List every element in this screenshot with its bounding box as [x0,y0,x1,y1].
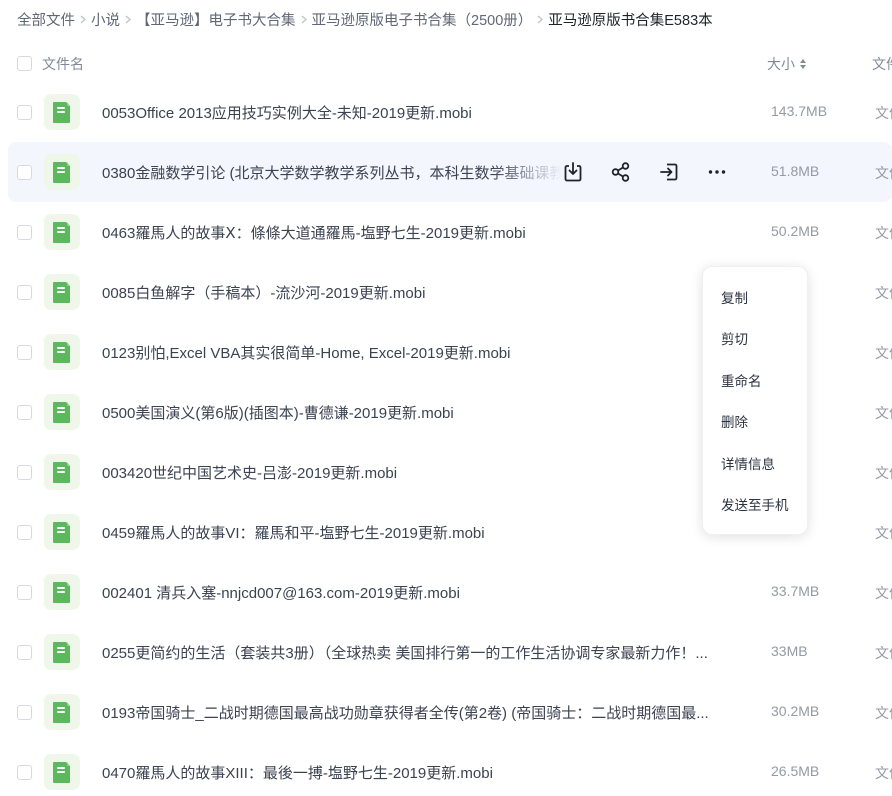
chevron-right-icon [75,14,91,24]
ebook-file-icon [44,634,80,670]
menu-delete[interactable]: 删除 [703,404,807,445]
breadcrumb-current-folder: 亚马逊原版书合集E583本 [548,12,713,29]
file-type: 文件 [875,585,892,601]
file-size: 26.5MB [771,763,820,779]
ebook-file-icon [44,454,80,490]
chevron-right-icon [120,14,136,24]
file-size: 143.7MB [771,103,828,119]
file-type: 文件 [875,465,892,481]
file-row[interactable]: 0193帝国骑士_二战时期德国最高战功勋章获得者全传(第2卷) (帝国骑士：二战… [8,682,892,742]
ebook-file-icon [44,334,80,370]
row-checkbox[interactable] [17,645,32,660]
menu-cut[interactable]: 剪切 [703,321,807,362]
menu-send-to-phone[interactable]: 发送至手机 [703,487,807,528]
file-name[interactable]: 0123别怕,Excel VBA其实很简单-Home, Excel-2019更新… [102,342,510,363]
file-size: 30.2MB [771,703,820,719]
row-actions [561,160,753,184]
row-checkbox[interactable] [17,285,32,300]
file-row[interactable]: 0053Office 2013应用技巧实例大全-未知-2019更新.mobi 14… [8,82,892,142]
row-checkbox[interactable] [17,765,32,780]
file-type: 文件 [875,105,892,121]
file-type: 文件 [875,705,892,721]
file-name[interactable]: 0053Office 2013应用技巧实例大全-未知-2019更新.mobi [102,102,472,123]
breadcrumb-all-files[interactable]: 全部文件 [17,9,75,30]
ebook-file-icon [44,694,80,730]
file-type: 文件 [875,645,892,661]
file-type: 文件 [875,345,892,361]
breadcrumb-amazon-collection[interactable]: 【亚马逊】电子书大合集 [136,9,296,30]
breadcrumb-amazon-original[interactable]: 亚马逊原版电子书合集（2500册） [312,9,533,30]
file-name[interactable]: 0463羅馬人的故事Ⅹ：條條大道通羅馬-塩野七生-2019更新.mobi [102,222,526,243]
file-type: 文件 [875,225,892,241]
file-name[interactable]: 0459羅馬人的故事VI：羅馬和平-塩野七生-2019更新.mobi [102,522,485,543]
row-checkbox[interactable] [17,345,32,360]
move-to-icon[interactable] [657,160,681,184]
file-name[interactable]: 0193帝国骑士_二战时期德国最高战功勋章获得者全传(第2卷) (帝国骑士：二战… [102,702,709,723]
context-menu: 复制 剪切 重命名 删除 详情信息 发送至手机 [702,266,808,535]
file-row[interactable]: 0380金融数学引论 (北京大学数学教学系列丛书，本科生数学基础课教材)-201… [8,142,892,202]
menu-copy[interactable]: 复制 [703,280,807,321]
menu-rename[interactable]: 重命名 [703,363,807,404]
file-size: 51.8MB [771,163,820,179]
sort-icon [800,59,806,69]
file-row[interactable]: 0255更简约的生活（套装共3册）（全球热卖 美国排行第一的工作生活协调专家最新… [8,622,892,682]
file-name[interactable]: 0500美国演义(第6版)(插图本)-曹德谦-2019更新.mobi [102,402,454,423]
more-icon[interactable] [705,160,729,184]
file-name[interactable]: 003420世纪中国艺术史-吕澎-2019更新.mobi [102,462,397,483]
file-name[interactable]: 0255更简约的生活（套装共3册）（全球热卖 美国排行第一的工作生活协调专家最新… [102,642,708,663]
column-header-size-label: 大小 [767,56,795,72]
file-size: 50.2MB [771,223,820,239]
row-checkbox[interactable] [17,705,32,720]
file-name[interactable]: 0380金融数学引论 (北京大学数学教学系列丛书，本科生数学基础课教材)-201… [102,162,562,183]
file-type: 文件 [875,525,892,541]
file-list-header: 文件名 大小 文件类型 [0,52,892,74]
file-name[interactable]: 0085白鱼解字（手稿本）-流沙河-2019更新.mobi [102,282,425,303]
column-header-size[interactable]: 大小 [767,54,807,74]
ebook-file-icon [44,94,80,130]
ebook-file-icon [44,214,80,250]
ebook-file-icon [44,514,80,550]
file-name[interactable]: 002401 清兵入塞-nnjcd007@163.com-2019更新.mobi [102,582,460,603]
ebook-file-icon [44,394,80,430]
ebook-file-icon [44,574,80,610]
select-all-checkbox[interactable] [17,56,32,71]
file-type: 文件 [875,405,892,421]
row-checkbox[interactable] [17,405,32,420]
file-name[interactable]: 0470羅馬人的故事XIII：最後一搏-塩野七生-2019更新.mobi [102,762,493,783]
chevron-right-icon [296,14,312,24]
download-icon[interactable] [561,160,585,184]
column-header-type[interactable]: 文件类型 [872,54,892,74]
breadcrumb: 全部文件 小说 【亚马逊】电子书大合集 亚马逊原版电子书合集（2500册） 亚马… [17,9,713,29]
row-checkbox[interactable] [17,225,32,240]
row-checkbox[interactable] [17,105,32,120]
row-checkbox[interactable] [17,585,32,600]
file-row[interactable]: 0470羅馬人的故事XIII：最後一搏-塩野七生-2019更新.mobi 26.5… [8,742,892,796]
file-size: 33MB [771,643,808,659]
ebook-file-icon [44,154,80,190]
file-type: 文件 [875,165,892,181]
file-row[interactable]: 0463羅馬人的故事Ⅹ：條條大道通羅馬-塩野七生-2019更新.mobi 50.2… [8,202,892,262]
share-icon[interactable] [609,160,633,184]
file-type: 文件 [875,285,892,301]
ebook-file-icon [44,274,80,310]
file-type: 文件 [875,765,892,781]
row-checkbox[interactable] [17,165,32,180]
file-size: 33.7MB [771,583,820,599]
column-header-name[interactable]: 文件名 [42,54,84,74]
breadcrumb-novel[interactable]: 小说 [91,9,120,30]
ebook-file-icon [44,754,80,790]
menu-details[interactable]: 详情信息 [703,446,807,487]
row-checkbox[interactable] [17,525,32,540]
row-checkbox[interactable] [17,465,32,480]
chevron-right-icon [532,14,548,24]
file-row[interactable]: 002401 清兵入塞-nnjcd007@163.com-2019更新.mobi… [8,562,892,622]
